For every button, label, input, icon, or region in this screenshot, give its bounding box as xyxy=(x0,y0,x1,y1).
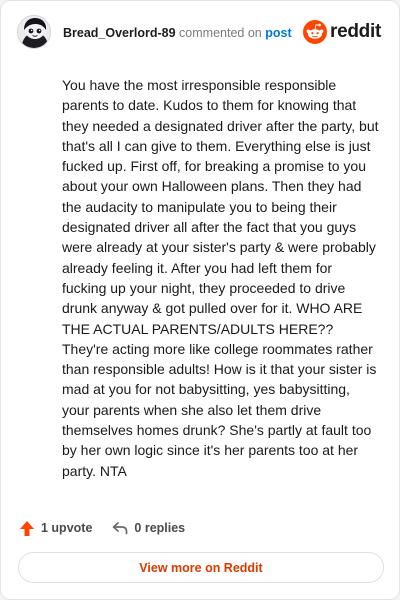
user-avatar[interactable] xyxy=(17,15,51,49)
post-link[interactable]: post xyxy=(265,26,291,40)
upvote-arrow-icon xyxy=(20,520,34,536)
comment-embed-card: Bread_Overlord-89 commented on post redd… xyxy=(0,0,400,600)
commented-on-text: commented on xyxy=(179,26,262,40)
reply-count: 0 replies xyxy=(134,521,186,535)
reddit-brand[interactable]: reddit xyxy=(303,19,381,45)
upvote-count: 1 upvote xyxy=(41,521,93,535)
reddit-wordmark: reddit xyxy=(330,21,381,42)
comment-meta: Bread_Overlord-89 commented on post xyxy=(63,26,292,40)
comment-actions: 1 upvote 0 replies xyxy=(19,516,185,540)
view-more-on-reddit-button[interactable]: View more on Reddit xyxy=(18,552,384,583)
replies-button[interactable]: 0 replies xyxy=(112,521,185,535)
upvote-button[interactable]: 1 upvote xyxy=(19,520,92,537)
reddit-logo-icon xyxy=(303,20,328,44)
comment-body: You have the most irresponsible responsi… xyxy=(62,77,379,479)
reply-arrow-icon xyxy=(113,522,128,535)
username-link[interactable]: Bread_Overlord-89 xyxy=(63,26,176,40)
comment-header: Bread_Overlord-89 commented on post redd… xyxy=(17,15,383,55)
snoo-avatar-icon xyxy=(18,16,50,48)
